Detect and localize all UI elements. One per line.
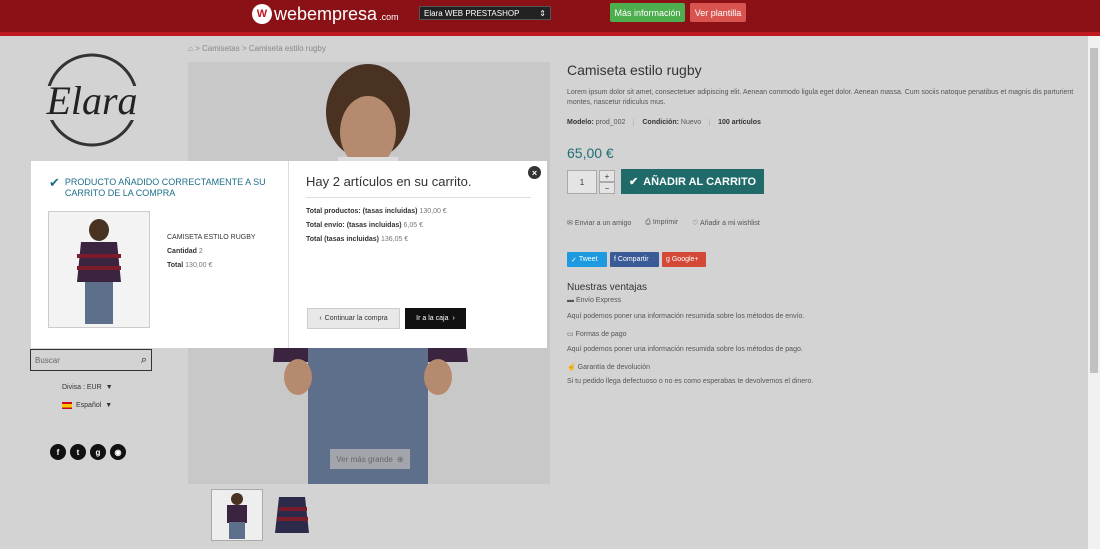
check-icon: ✔ bbox=[49, 175, 60, 190]
modal-product-image bbox=[48, 211, 150, 328]
add-to-cart-button[interactable]: ✔ AÑADIR AL CARRITO bbox=[621, 169, 764, 194]
sales-title: Nuestras ventajas bbox=[567, 282, 648, 293]
tweet-button[interactable]: ✓ Tweet bbox=[567, 252, 607, 267]
zoom-label: Ver más grande bbox=[336, 454, 393, 464]
facebook-icon[interactable]: f bbox=[50, 444, 66, 460]
breadcrumb-category[interactable]: Camisetas bbox=[202, 44, 240, 53]
cart-modal: ✔ PRODUCTO AÑADIDO CORRECTAMENTE A SU CA… bbox=[31, 161, 547, 348]
currency-selector[interactable]: Divisa : EUR ▼ bbox=[62, 384, 113, 391]
divider bbox=[306, 197, 531, 198]
thumbnail-1[interactable] bbox=[211, 489, 263, 541]
total-shipping-row: Total envío: (tasas incluidas) 6,05 € bbox=[306, 222, 423, 229]
sales-text-shipping: Aquí podemos poner una información resum… bbox=[567, 313, 805, 320]
send-friend-link[interactable]: ✉ Enviar a un amigo bbox=[567, 219, 631, 227]
modal-product-name: CAMISETA ESTILO RUGBY bbox=[167, 234, 256, 241]
condition-value: Nuevo bbox=[680, 119, 702, 126]
brand-domain: .com bbox=[379, 12, 399, 22]
webempresa-logo[interactable]: W webempresa .com bbox=[252, 3, 399, 25]
twitter-icon[interactable]: t bbox=[70, 444, 86, 460]
brand-name: webempresa bbox=[274, 3, 378, 24]
zoom-button[interactable]: Ver más grande ⊕ bbox=[330, 449, 410, 469]
sales-heading-shipping: ▬ Envío Express bbox=[567, 297, 622, 304]
breadcrumb-current: Camiseta estilo rugby bbox=[248, 44, 326, 53]
language-label: Español bbox=[76, 402, 102, 409]
caret-down-icon: ▼ bbox=[105, 384, 113, 391]
google-plus-button[interactable]: g Google+ bbox=[662, 252, 706, 267]
sales-heading-payment: ▭ Formas de pago bbox=[567, 331, 627, 338]
rss-icon[interactable]: ◉ bbox=[110, 444, 126, 460]
quantity-input[interactable]: 1 bbox=[567, 170, 597, 194]
product-meta: Modelo: prod_002 Condición: Nuevo 100 ar… bbox=[567, 119, 761, 126]
heart-icon: ♡ bbox=[692, 220, 699, 227]
language-selector[interactable]: Español ▼ bbox=[62, 402, 112, 409]
home-icon[interactable]: ⌂ bbox=[188, 44, 193, 53]
success-message: ✔ PRODUCTO AÑADIDO CORRECTAMENTE A SU CA… bbox=[49, 175, 274, 199]
total-products-row: Total productos: (tasas incluidas) 130,0… bbox=[306, 208, 447, 215]
search-placeholder: Buscar bbox=[35, 355, 60, 365]
total-row: Total (tasas incluidas) 136,05 € bbox=[306, 236, 409, 243]
share-buttons: ✓ Tweet f Compartir g Google+ bbox=[567, 252, 706, 267]
search-input[interactable]: Buscar ⌕ bbox=[30, 349, 152, 371]
sales-heading-guarantee: ☝ Garantía de devolución bbox=[567, 364, 651, 371]
facebook-icon: f bbox=[614, 256, 616, 263]
product-title: Camiseta estilo rugby bbox=[567, 62, 702, 78]
quantity-decrease-button[interactable]: − bbox=[599, 182, 615, 194]
view-template-button[interactable]: Ver plantilla bbox=[690, 3, 746, 22]
topbar-accent-line bbox=[0, 32, 1100, 36]
printer-icon: ⎙ bbox=[645, 219, 651, 226]
search-icon[interactable]: ⌕ bbox=[141, 354, 147, 367]
product-price: 65,00 € bbox=[567, 145, 614, 161]
stock-count: 100 artículos bbox=[718, 119, 761, 126]
success-text: PRODUCTO AÑADIDO CORRECTAMENTE A SU CARR… bbox=[64, 177, 266, 198]
cart-count-title: Hay 2 artículos en su carrito. bbox=[306, 174, 472, 189]
social-links: f t g ◉ bbox=[50, 444, 126, 460]
product-description: Lorem ipsum dolor sit amet, consectetuer… bbox=[567, 89, 1074, 106]
modal-total: Total 130,00 € bbox=[167, 262, 213, 269]
chevron-left-icon: ‹ bbox=[319, 315, 322, 322]
condition-label: Condición: bbox=[642, 119, 679, 126]
more-info-button[interactable]: Más información bbox=[610, 3, 685, 22]
webempresa-logo-icon: W bbox=[252, 4, 272, 24]
model-label: Modelo: bbox=[567, 119, 594, 126]
thumbs-up-icon: ☝ bbox=[567, 364, 576, 371]
card-icon: ▭ bbox=[567, 331, 574, 338]
checkout-button[interactable]: Ir a la caja › bbox=[405, 308, 466, 329]
theme-select[interactable]: Elara WEB PRESTASHOP ⇕ bbox=[419, 6, 551, 20]
envelope-icon: ✉ bbox=[567, 220, 573, 227]
theme-select-value: Elara WEB PRESTASHOP bbox=[424, 8, 520, 18]
updown-icon: ⇕ bbox=[539, 8, 546, 18]
chevron-right-icon: › bbox=[452, 315, 455, 322]
continue-shopping-button[interactable]: ‹ Continuar la compra bbox=[307, 308, 400, 329]
scrollbar-thumb[interactable] bbox=[1090, 48, 1098, 373]
spain-flag-icon bbox=[62, 402, 72, 409]
caret-down-icon: ▼ bbox=[105, 402, 113, 409]
currency-label: Divisa : EUR bbox=[62, 384, 102, 391]
close-icon[interactable]: × bbox=[528, 166, 541, 179]
sales-text-guarantee: Si tu pedido llega defectuoso o no es co… bbox=[567, 378, 814, 385]
thumbnail-2[interactable] bbox=[267, 489, 319, 541]
wishlist-link[interactable]: ♡ Añadir a mi wishlist bbox=[692, 219, 760, 227]
modal-quantity: Cantidad 2 bbox=[167, 248, 203, 255]
product-actions: ✉ Enviar a un amigo ⎙ Imprimir ♡ Añadir … bbox=[567, 219, 760, 227]
magnifier-icon: ⊕ bbox=[396, 454, 404, 464]
google-plus-icon: g bbox=[666, 256, 670, 263]
truck-icon: ▬ bbox=[567, 297, 574, 304]
model-value: prod_002 bbox=[595, 119, 626, 126]
facebook-share-button[interactable]: f Compartir bbox=[610, 252, 659, 267]
breadcrumb: ⌂ > Camisetas > Camiseta estilo rugby bbox=[188, 44, 326, 53]
check-icon: ✔ bbox=[628, 176, 639, 188]
quantity-increase-button[interactable]: + bbox=[599, 170, 615, 182]
twitter-icon: ✓ bbox=[571, 256, 577, 264]
store-logo-text: Elara bbox=[45, 78, 137, 123]
add-to-cart-label: AÑADIR AL CARRITO bbox=[643, 175, 757, 188]
google-plus-icon[interactable]: g bbox=[90, 444, 106, 460]
store-logo[interactable]: Elara bbox=[32, 48, 152, 148]
sales-text-payment: Aquí podemos poner una información resum… bbox=[567, 346, 803, 353]
print-link[interactable]: ⎙ Imprimir bbox=[645, 219, 678, 227]
